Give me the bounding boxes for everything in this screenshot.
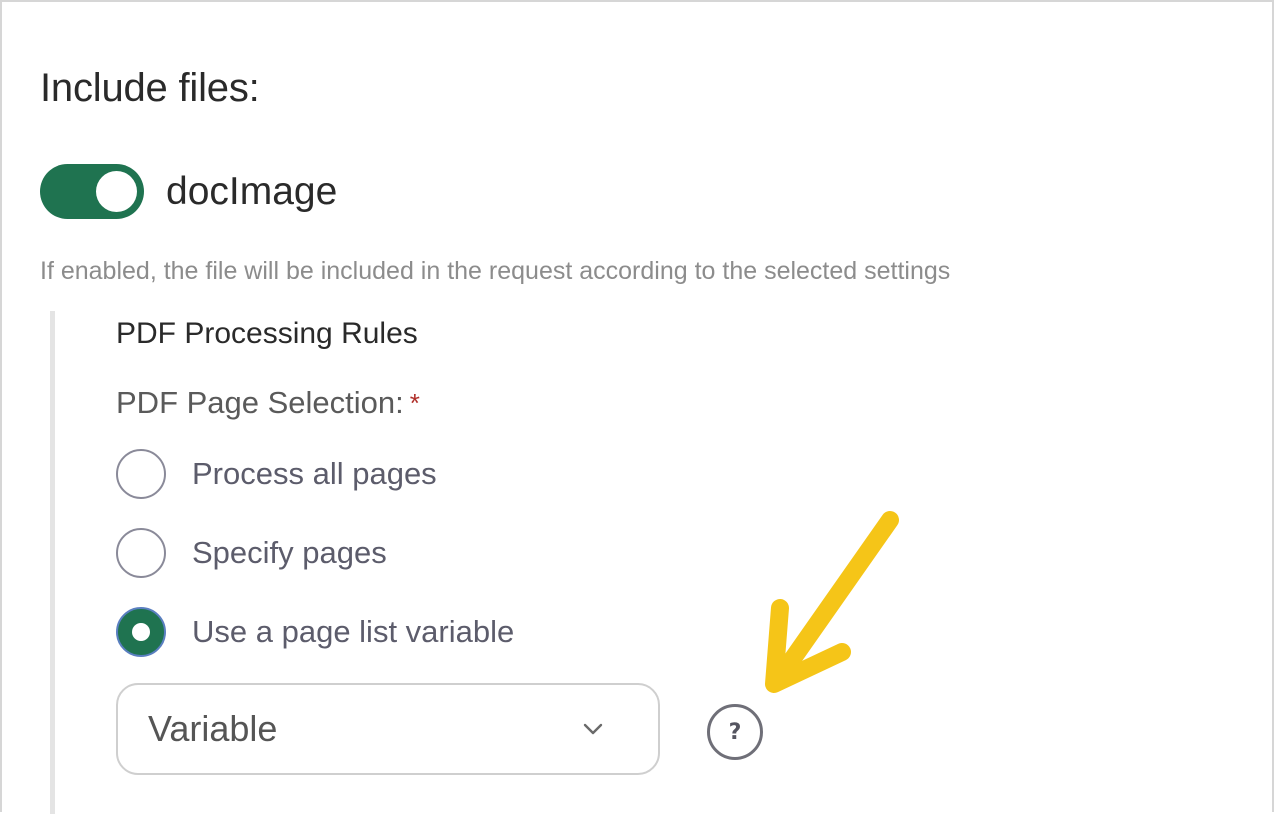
radio-selected-dot [132,623,150,641]
toggle-knob [96,171,137,212]
docimage-toggle[interactable] [40,164,144,219]
section-title: Include files: [40,66,260,110]
radio-button-process-all-pages[interactable] [116,449,166,499]
settings-panel: Include files: docImage If enabled, the … [0,0,1274,814]
docimage-toggle-row: docImage [40,164,337,219]
required-asterisk: * [409,388,420,418]
radio-option-page-list-variable[interactable]: Use a page list variable [116,607,514,657]
page-selection-label-text: PDF Page Selection: [116,385,404,420]
radio-label-page-list-variable: Use a page list variable [192,614,515,649]
question-mark-icon[interactable]: ? [707,704,763,760]
radio-button-page-list-variable[interactable] [116,607,166,657]
toggle-help-text: If enabled, the file will be included in… [40,257,951,285]
radio-label-process-all-pages: Process all pages [192,456,437,491]
page-selection-label: PDF Page Selection: * [116,383,420,423]
variable-select-value: Variable [148,708,278,749]
radio-option-specify-pages[interactable]: Specify pages [116,528,387,578]
pdf-rules-section: PDF Processing Rules PDF Page Selection:… [50,311,1235,814]
radio-option-process-all-pages[interactable]: Process all pages [116,449,437,499]
pdf-rules-heading: PDF Processing Rules [116,317,418,350]
docimage-toggle-label: docImage [166,169,338,213]
radio-label-specify-pages: Specify pages [192,535,387,570]
chevron-down-icon [583,723,603,735]
radio-button-specify-pages[interactable] [116,528,166,578]
variable-select[interactable]: Variable [116,683,660,775]
